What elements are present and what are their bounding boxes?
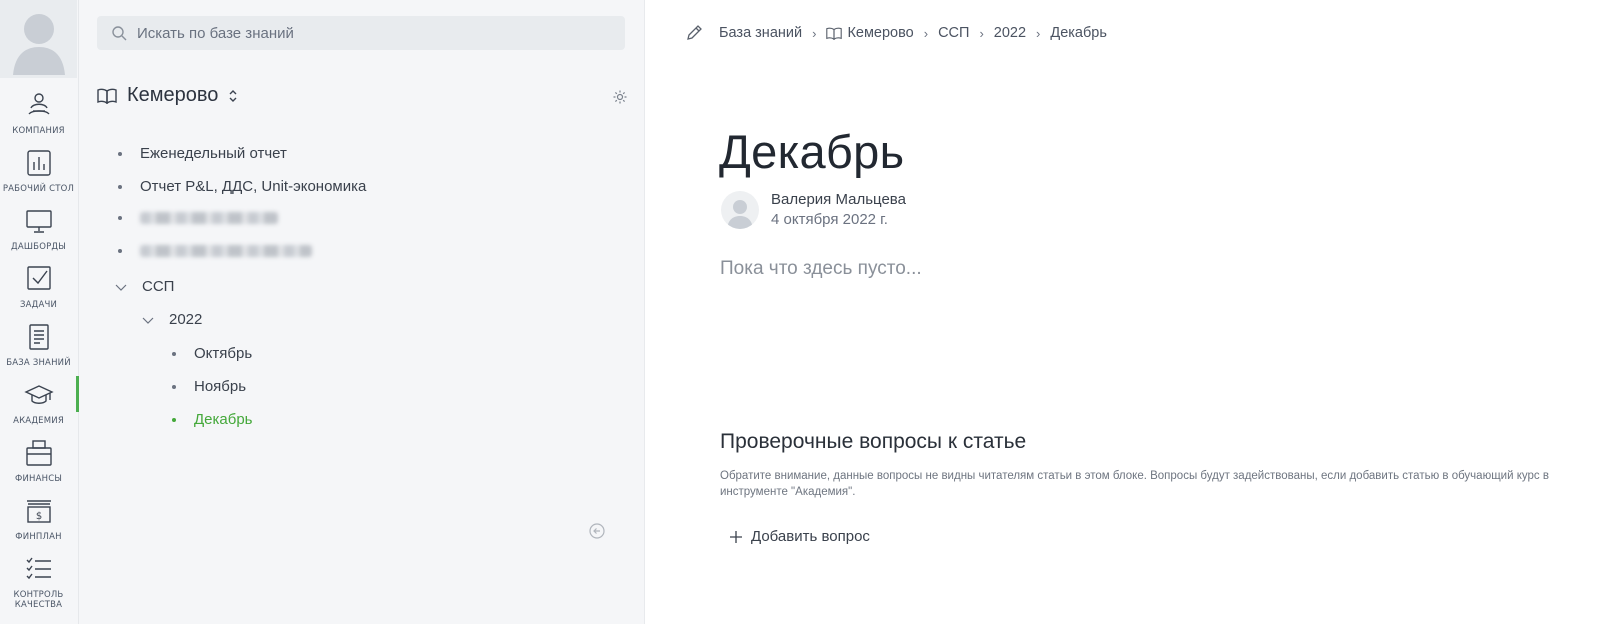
tree-bullet	[172, 384, 176, 389]
article-view: База знаний › Кемерово › ССП › 2022 › Де…	[645, 0, 1600, 624]
nav-dashboards[interactable]: ДАШБОРДЫ	[0, 204, 77, 262]
breadcrumb-folder[interactable]: ССП	[938, 25, 969, 41]
graduation-cap-icon	[23, 385, 54, 404]
article-date: 4 октября 2022 г.	[771, 211, 888, 228]
nav-tasks[interactable]: ЗАДАЧИ	[0, 262, 77, 320]
tree-bullet	[118, 249, 122, 253]
tree-item-blurred-2[interactable]	[118, 245, 312, 257]
document-icon	[28, 324, 49, 350]
nav-company[interactable]: КОМПАНИЯ	[0, 88, 77, 146]
blurred-label	[140, 212, 278, 224]
tree-item-label: 2022	[169, 311, 203, 328]
breadcrumb-space[interactable]: Кемерово	[826, 25, 914, 41]
pencil-icon[interactable]	[685, 24, 703, 42]
nav-company-label: КОМПАНИЯ	[12, 126, 65, 136]
article-title: Декабрь	[719, 125, 905, 178]
tree-item-october[interactable]: Октябрь	[172, 345, 252, 362]
nav-desktop-label: РАБОЧИЙ СТОЛ	[2, 184, 75, 194]
breadcrumb-separator: ›	[979, 25, 984, 41]
breadcrumb-space-label: Кемерово	[847, 25, 914, 41]
nav-desktop[interactable]: РАБОЧИЙ СТОЛ	[0, 146, 77, 204]
blurred-label	[140, 245, 312, 257]
space-name: Кемерово	[127, 84, 219, 106]
space-selector[interactable]: Кемерово	[97, 84, 238, 107]
user-silhouette-icon	[12, 14, 65, 75]
search-placeholder: Искать по базе знаний	[137, 24, 294, 42]
author-avatar	[721, 191, 759, 229]
wallet-icon	[25, 440, 52, 466]
monitor-icon	[25, 210, 52, 233]
tree-item-december[interactable]: Декабрь	[172, 411, 252, 428]
app-nav-rail: КОМПАНИЯ РАБОЧИЙ СТОЛ ДАШБОРДЫ ЗАДАЧИ БА…	[0, 0, 79, 624]
tree-item-label: Декабрь	[194, 411, 253, 428]
tree-item-2022[interactable]: 2022	[141, 311, 202, 328]
user-silhouette-icon	[727, 200, 753, 229]
tree-bullet	[172, 351, 176, 356]
svg-text:$: $	[35, 511, 41, 522]
sort-toggle-icon	[229, 89, 237, 102]
tree-item-label: Отчет P&L, ДДС, Unit-экономика	[140, 178, 367, 195]
nav-knowledge-base[interactable]: БАЗА ЗНАНИЙ	[0, 320, 77, 378]
book-icon	[97, 88, 117, 104]
breadcrumb-year[interactable]: 2022	[994, 25, 1026, 41]
plus-icon	[730, 530, 742, 543]
tree-item-label: Ноябрь	[194, 378, 247, 395]
nav-finplan-label: ФИНПЛАН	[15, 532, 62, 542]
article-author: Валерия Мальцева 4 октября 2022 г.	[721, 190, 906, 230]
tree-item-label: ССП	[142, 278, 175, 295]
checkbox-icon	[26, 266, 51, 290]
user-avatar[interactable]	[0, 0, 77, 78]
desktop-chart-icon	[26, 150, 51, 176]
money-stack-icon: $	[26, 500, 51, 523]
tree-bullet	[118, 151, 122, 156]
breadcrumb: База знаний › Кемерово › ССП › 2022 › Де…	[685, 24, 1107, 42]
tree-bullet	[118, 216, 122, 220]
tree-bullet	[118, 184, 122, 189]
add-question-button[interactable]: Добавить вопрос	[729, 528, 870, 545]
nav-finance[interactable]: ФИНАНСЫ	[0, 436, 77, 494]
book-icon	[826, 27, 843, 40]
chevron-down-icon[interactable]	[114, 280, 128, 294]
breadcrumb-root[interactable]: База знаний	[719, 25, 802, 41]
tree-item-label: Еженедельный отчет	[140, 145, 287, 162]
author-name: Валерия Мальцева	[771, 191, 906, 208]
nav-academy[interactable]: АКАДЕМИЯ	[0, 376, 79, 436]
tree-item-label: Октябрь	[194, 345, 253, 362]
nav-tasks-label: ЗАДАЧИ	[19, 300, 58, 310]
questions-section-title: Проверочные вопросы к статье	[720, 430, 1027, 453]
tree-item-november[interactable]: Ноябрь	[172, 378, 246, 395]
tree-item-ssp[interactable]: ССП	[114, 278, 174, 295]
checklist-icon	[26, 557, 51, 580]
company-icon	[27, 93, 50, 115]
nav-finplan[interactable]: $ ФИНПЛАН	[0, 494, 77, 552]
nav-quality-control-label: КОНТРОЛЬ КАЧЕСТВА	[13, 590, 64, 610]
breadcrumb-separator: ›	[1036, 25, 1041, 41]
breadcrumb-separator: ›	[812, 25, 817, 41]
nav-quality-control[interactable]: КОНТРОЛЬ КАЧЕСТВА	[0, 552, 77, 610]
empty-content-text: Пока что здесь пусто...	[720, 258, 922, 279]
nav-dashboards-label: ДАШБОРДЫ	[11, 242, 66, 252]
collapse-panel-icon[interactable]	[589, 523, 605, 539]
knowledge-search-input[interactable]: Искать по базе знаний	[97, 16, 625, 50]
nav-knowledge-base-label: БАЗА ЗНАНИЙ	[6, 358, 71, 368]
breadcrumb-current: Декабрь	[1050, 25, 1107, 41]
add-question-label: Добавить вопрос	[751, 528, 870, 545]
tree-item-blurred-1[interactable]	[118, 212, 278, 224]
nav-academy-label: АКАДЕМИЯ	[13, 416, 64, 426]
tree-item-pl-report[interactable]: Отчет P&L, ДДС, Unit-экономика	[118, 178, 366, 195]
tree-bullet	[172, 417, 176, 422]
nav-finance-label: ФИНАНСЫ	[14, 474, 63, 484]
search-icon	[112, 26, 127, 41]
knowledge-tree-panel: Искать по базе знаний Кемерово Еженедель…	[79, 0, 645, 624]
chevron-down-icon[interactable]	[141, 313, 155, 327]
breadcrumb-separator: ›	[923, 25, 929, 41]
tree-item-weekly-report[interactable]: Еженедельный отчет	[118, 145, 287, 162]
gear-icon[interactable]	[612, 89, 628, 105]
questions-note: Обратите внимание, данные вопросы не вид…	[720, 470, 1549, 498]
